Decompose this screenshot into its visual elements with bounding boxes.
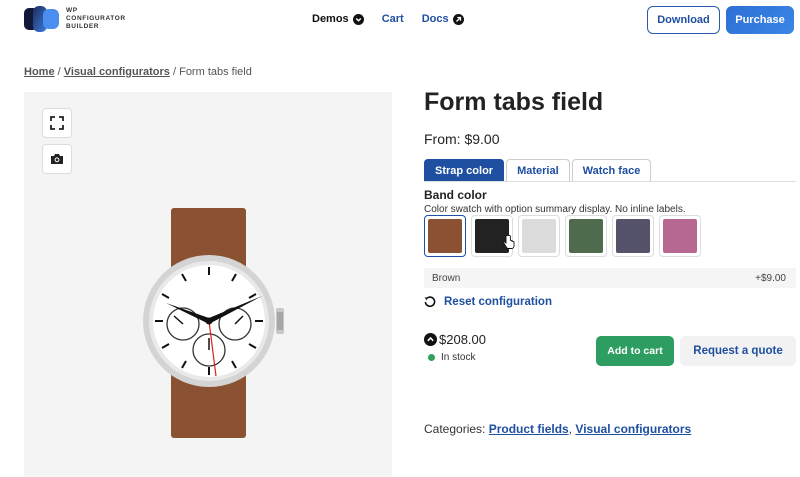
field-description: Color swatch with option summary display… <box>424 204 686 215</box>
tab-strap-color[interactable]: Strap color <box>424 159 505 181</box>
swatch-fill <box>569 219 603 253</box>
field-title: Band color <box>424 188 487 202</box>
summary-option-price: +$9.00 <box>755 272 786 284</box>
swatch-pink[interactable] <box>659 215 701 257</box>
product-image-panel <box>24 92 392 477</box>
fullscreen-icon <box>50 116 64 130</box>
breadcrumb-separator: / <box>57 66 61 78</box>
breadcrumb-parent-link[interactable]: Visual configurators <box>64 66 170 78</box>
swatch-fill <box>522 219 556 253</box>
category-link-product-fields[interactable]: Product fields <box>489 422 569 436</box>
hand-cursor-icon <box>503 235 515 249</box>
nav-item-demos[interactable]: Demos <box>312 13 364 25</box>
nav-item-cart[interactable]: Cart <box>382 13 404 25</box>
color-swatches <box>424 215 706 257</box>
swatch-fill <box>616 219 650 253</box>
breadcrumb-separator: / <box>172 66 177 78</box>
swatch-fill <box>663 219 697 253</box>
camera-icon <box>51 154 63 164</box>
tab-material[interactable]: Material <box>506 159 570 181</box>
category-link-visual-configurators[interactable]: Visual configurators <box>575 422 691 436</box>
stock-status: In stock <box>428 352 475 363</box>
fullscreen-button[interactable] <box>42 108 72 138</box>
breadcrumb-current: Form tabs field <box>179 66 252 78</box>
main-nav: Demos Cart Docs <box>312 13 482 25</box>
product-categories: Categories: Product fields, Visual confi… <box>424 422 692 436</box>
reset-icon <box>424 296 436 308</box>
download-button[interactable]: Download <box>647 6 720 34</box>
swatch-light-gray[interactable] <box>518 215 560 257</box>
breadcrumb: Home / Visual configurators / Form tabs … <box>24 66 252 78</box>
logo-text: WP CONFIGURATOR BUILDER <box>66 7 126 30</box>
total-price: $208.00 <box>424 332 486 347</box>
price-from: From: $9.00 <box>424 131 500 147</box>
swatch-fill <box>428 219 462 253</box>
tab-watch-face[interactable]: Watch face <box>571 159 652 181</box>
logo-mark-icon <box>24 6 59 32</box>
chevron-down-icon <box>352 13 364 25</box>
option-summary: Brown +$9.00 <box>424 268 796 288</box>
swatch-green[interactable] <box>565 215 607 257</box>
swatch-slate[interactable] <box>612 215 654 257</box>
summary-option-name: Brown <box>432 272 461 284</box>
arrow-up-right-icon <box>452 13 464 25</box>
chevron-up-circle-icon[interactable] <box>424 333 437 346</box>
site-logo[interactable]: WP CONFIGURATOR BUILDER <box>24 6 126 32</box>
request-quote-button[interactable]: Request a quote <box>680 336 796 366</box>
product-title: Form tabs field <box>424 88 604 116</box>
form-tabs: Strap color Material Watch face <box>424 159 653 181</box>
stock-dot-icon <box>428 354 435 361</box>
purchase-button[interactable]: Purchase <box>726 6 794 34</box>
reset-configuration-button[interactable]: Reset configuration <box>424 296 552 308</box>
site-header: WP CONFIGURATOR BUILDER Demos Cart Docs … <box>0 0 800 40</box>
nav-item-docs[interactable]: Docs <box>422 13 464 25</box>
add-to-cart-button[interactable]: Add to cart <box>596 336 674 366</box>
tabs-divider <box>424 181 796 182</box>
camera-button[interactable] <box>42 144 72 174</box>
breadcrumb-home-link[interactable]: Home <box>24 66 55 78</box>
watch-preview <box>143 208 284 438</box>
swatch-brown[interactable] <box>424 215 466 257</box>
